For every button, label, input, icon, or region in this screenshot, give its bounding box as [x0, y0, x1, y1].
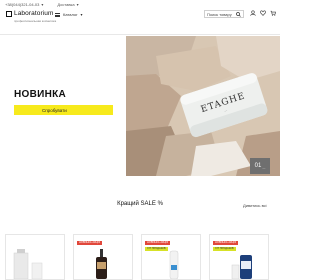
catalog-button[interactable]: Каталог ▾ [55, 12, 83, 17]
logo-icon[interactable] [6, 11, 12, 17]
hero-image[interactable]: ETAGHE — [126, 36, 280, 176]
see-all-link[interactable]: Дивитись всі [243, 203, 267, 208]
shipping-link[interactable]: Доставка [57, 2, 74, 7]
try-button-label: Спробувати [42, 107, 67, 113]
hero-photo: ETAGHE — [126, 36, 280, 176]
search-input[interactable]: Поиск товару [204, 10, 244, 18]
cart-icon[interactable] [270, 10, 276, 16]
try-button[interactable]: Спробувати [14, 105, 113, 115]
product-card[interactable]: НОВИНКА АКЦІЯ [73, 234, 133, 280]
slide-counter: 01 — [250, 158, 270, 174]
logo-tagline: профессиональная косметика [14, 19, 57, 23]
product-card[interactable]: НОВИНКА АКЦІЯ ХІТ ПРОДАЖІВ [209, 234, 269, 280]
hero-title: НОВИНКА [14, 89, 67, 100]
heart-icon[interactable] [260, 10, 266, 16]
badge-new-sale: НОВИНКА АКЦІЯ [77, 241, 103, 245]
chevron-down-icon[interactable]: ▾ [41, 2, 43, 7]
section-title: Кращий SALE % [117, 201, 163, 207]
search-icon[interactable] [236, 11, 241, 17]
phone-link[interactable]: +38(044)321-04-03 [5, 2, 39, 7]
slide-number: 01 [254, 163, 262, 169]
header-icons [250, 10, 276, 16]
badge-bestseller: ХІТ ПРОДАЖІВ [145, 247, 168, 251]
product-image [13, 249, 43, 279]
header-divider [0, 34, 280, 35]
menu-icon [55, 12, 60, 17]
catalog-label: Каталог [63, 12, 78, 17]
badge-new-sale: НОВИНКА АКЦІЯ [213, 241, 239, 245]
slide-total-indicator: — [262, 165, 266, 170]
badge-bestseller: ХІТ ПРОДАЖІВ [213, 247, 236, 251]
logo[interactable]: Laboratorium [14, 10, 54, 17]
chevron-down-icon: ▾ [80, 12, 83, 17]
top-bar: +38(044)321-04-03 ▾ Доставка ▾ [0, 0, 280, 8]
product-card[interactable] [5, 234, 65, 280]
search-placeholder: Поиск товару [207, 11, 232, 17]
badge-new-sale: НОВИНКА АКЦІЯ [145, 241, 171, 245]
user-icon[interactable] [250, 10, 256, 16]
product-card[interactable]: НОВИНКА АКЦІЯ ХІТ ПРОДАЖІВ [141, 234, 201, 280]
chevron-down-icon[interactable]: ▾ [77, 2, 79, 7]
